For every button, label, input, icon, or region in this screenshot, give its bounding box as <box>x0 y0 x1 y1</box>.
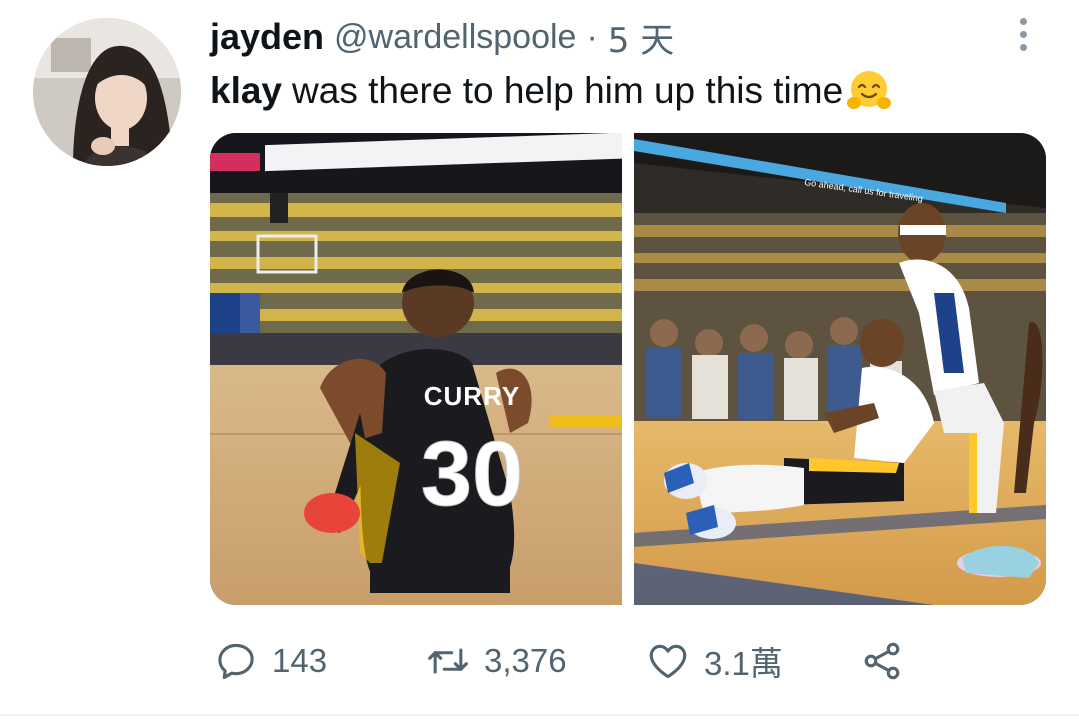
author-handle[interactable]: @wardellspoole <box>334 18 576 57</box>
retweet-button[interactable]: 3,376 <box>426 636 567 686</box>
tweet-timestamp[interactable]: 5 天 <box>608 13 674 62</box>
tweet-header: jayden @wardellspoole · 5 天 <box>210 13 674 62</box>
like-button[interactable]: 3.1萬 <box>646 636 783 686</box>
reply-button[interactable]: 143 <box>214 636 327 686</box>
more-options-icon[interactable] <box>1006 14 1040 54</box>
like-count: 3.1萬 <box>704 645 783 682</box>
jersey-name: CURRY <box>424 381 520 411</box>
share-button[interactable] <box>860 636 904 686</box>
header-separator: · <box>586 17 598 56</box>
heart-icon <box>649 644 687 679</box>
retweet-count: 3,376 <box>484 642 567 679</box>
tweet[interactable]: jayden @wardellspoole · 5 天 klay was the… <box>0 0 1079 721</box>
reply-count: 143 <box>272 642 328 679</box>
reply-icon <box>218 643 254 680</box>
jersey-number: 30 <box>421 423 523 525</box>
media-photo-curry-sitting[interactable]: CURRY 30 <box>210 133 622 605</box>
tweet-actions: 143 3,376 3.1萬 <box>214 636 974 686</box>
tweet-text-body: was there to help him up this time <box>292 70 844 111</box>
hugging-face-emoji-icon <box>845 67 893 115</box>
share-icon <box>864 642 900 680</box>
tweet-text: klay was there to help him up this time <box>210 66 893 116</box>
tweet-media[interactable]: CURRY 30 Go ahead, call us for traveling <box>210 133 1046 605</box>
author-avatar[interactable] <box>33 18 181 166</box>
avatar-image <box>33 18 181 166</box>
author-name[interactable]: jayden <box>210 16 324 58</box>
tweet-text-mention: klay <box>210 70 283 111</box>
retweet-icon <box>428 648 468 674</box>
tweet-divider <box>0 714 1079 716</box>
media-photo-klay-helping-curry[interactable]: Go ahead, call us for traveling <box>634 133 1046 605</box>
